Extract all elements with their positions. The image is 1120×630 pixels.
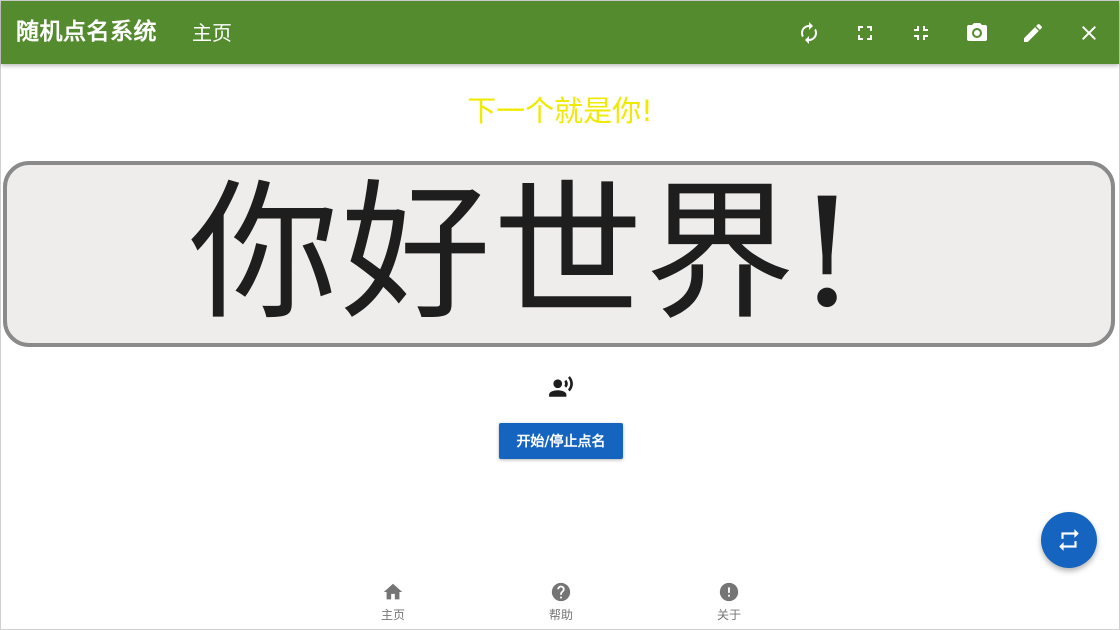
nav-item-help[interactable]: 帮助 <box>521 573 601 629</box>
screenshot-button[interactable] <box>959 15 995 51</box>
start-stop-button[interactable]: 开始/停止点名 <box>499 423 623 459</box>
refresh-icon <box>801 22 817 44</box>
edit-button[interactable] <box>1015 15 1051 51</box>
record-voice-icon <box>549 376 573 397</box>
bottom-navigation: 主页 帮助 关于 <box>1 573 1119 629</box>
fullscreen-exit-icon <box>914 26 928 40</box>
name-display-box: 你好世界! <box>3 161 1115 347</box>
pencil-icon <box>1024 23 1043 42</box>
nav-item-home[interactable]: 主页 <box>353 573 433 629</box>
app-window: 随机点名系统 主页 下一个就是你! 你好世界! 开始/停止点名 主页 帮助 关于 <box>0 0 1120 630</box>
close-icon <box>1082 26 1096 40</box>
selected-name: 你好世界! <box>188 167 860 341</box>
next-prompt-text: 下一个就是你! <box>467 94 653 128</box>
nav-label-help: 帮助 <box>548 608 573 622</box>
refresh-button[interactable] <box>791 15 827 51</box>
app-bar: 随机点名系统 主页 <box>1 1 1119 64</box>
nav-label-about: 关于 <box>716 608 741 622</box>
help-circle-icon <box>551 582 571 602</box>
swap-horizontal-icon <box>1059 529 1079 551</box>
camera-icon <box>967 23 987 41</box>
close-button[interactable] <box>1071 15 1107 51</box>
page-title: 主页 <box>192 21 232 45</box>
info-circle-icon <box>719 582 739 602</box>
voice-announce-button[interactable] <box>548 374 574 400</box>
home-icon <box>383 583 403 600</box>
fullscreen-icon <box>858 26 872 40</box>
fullscreen-button[interactable] <box>847 15 883 51</box>
switch-fab-button[interactable] <box>1041 512 1097 568</box>
nav-label-home: 主页 <box>380 608 405 622</box>
nav-item-about[interactable]: 关于 <box>689 573 769 629</box>
exit-fullscreen-button[interactable] <box>903 15 939 51</box>
app-title: 随机点名系统 <box>16 19 157 45</box>
